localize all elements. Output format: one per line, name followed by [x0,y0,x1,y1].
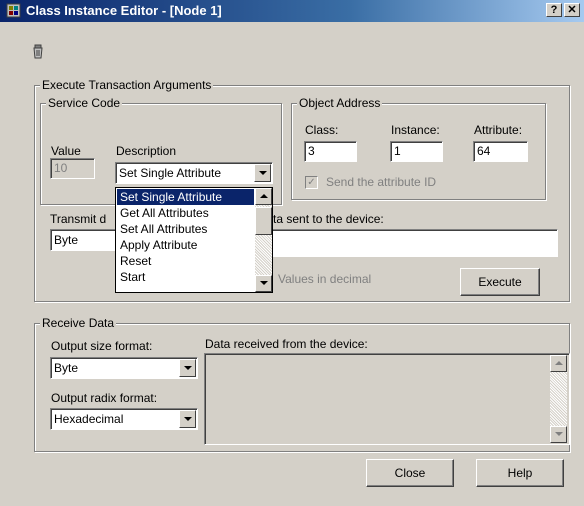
chevron-down-icon [184,366,192,370]
output-radix-dropdown-button[interactable] [179,410,196,428]
transmit-size-select[interactable]: Byte [50,229,120,251]
service-code-dropdown-list[interactable]: Set Single Attribute Get All Attributes … [115,187,273,293]
clear-icon[interactable] [32,43,44,59]
dropdown-option[interactable]: Set Single Attribute [117,189,254,205]
value-field: 10 [50,158,95,179]
output-size-dropdown-button[interactable] [179,359,196,377]
service-code-legend: Service Code [46,96,123,110]
chevron-down-icon [184,417,192,421]
dropdown-scrollbar[interactable] [255,188,272,292]
dialog-window: Class Instance Editor - [Node 1] ? ✕ Exe… [0,0,584,506]
description-select-value: Set Single Attribute [119,166,222,180]
chevron-down-icon [555,432,563,436]
dropdown-option[interactable]: Get All Attributes [117,205,254,221]
transmit-label-left: Transmit d [50,212,107,226]
transmit-label-right: ta sent to the device: [273,212,384,226]
data-received-area[interactable] [204,353,570,445]
instance-input[interactable]: 1 [390,141,443,162]
output-radix-value: Hexadecimal [54,412,124,426]
description-label: Description [116,144,177,158]
values-in-decimal-label: Values in decimal [278,272,372,286]
chevron-up-icon [555,361,563,365]
output-size-label: Output size format: [51,339,153,353]
chevron-down-icon [259,171,267,175]
execute-button[interactable]: Execute [460,268,540,296]
scroll-down-button[interactable] [255,275,272,292]
window-title: Class Instance Editor - [Node 1] [26,3,222,18]
dropdown-option[interactable]: Reset [117,253,254,269]
output-size-value: Byte [54,361,79,375]
description-select[interactable]: Set Single Attribute [115,162,273,184]
scroll-up-button[interactable] [255,188,272,205]
data-received-label: Data received from the device: [205,337,368,351]
attribute-label: Attribute: [474,123,523,137]
output-radix-select[interactable]: Hexadecimal [50,408,198,430]
class-label: Class: [305,123,339,137]
dropdown-option[interactable]: Set All Attributes [117,221,254,237]
scroll-up-button[interactable] [550,355,567,372]
object-address-legend: Object Address [297,96,383,110]
attribute-input[interactable]: 64 [473,141,528,162]
close-button[interactable]: Close [366,459,454,487]
send-attribute-id-label: Send the attribute ID [326,175,437,189]
class-input[interactable]: 3 [304,141,357,162]
scroll-down-button[interactable] [550,426,567,443]
transmit-size-value: Byte [54,233,79,247]
title-help-button[interactable]: ? [546,3,562,17]
output-radix-label: Output radix format: [51,391,158,405]
scroll-thumb[interactable] [255,207,272,235]
dropdown-option[interactable]: Start [117,269,254,285]
transmit-data-input[interactable] [230,229,558,257]
description-dropdown-button[interactable] [254,164,271,182]
help-button[interactable]: Help [476,459,564,487]
value-label: Value [51,144,81,158]
app-icon [6,3,21,18]
instance-label: Instance: [391,123,440,137]
title-bar[interactable]: Class Instance Editor - [Node 1] ? ✕ [0,0,584,22]
data-received-scrollbar[interactable] [550,355,567,443]
execute-transaction-legend: Execute Transaction Arguments [40,78,214,92]
receive-data-legend: Receive Data [40,316,117,330]
chevron-up-icon [260,194,268,198]
output-size-select[interactable]: Byte [50,357,198,379]
dropdown-option[interactable]: Apply Attribute [117,237,254,253]
chevron-down-icon [260,281,268,285]
send-attribute-id-checkbox[interactable]: ✓ [305,176,318,189]
title-close-button[interactable]: ✕ [564,3,580,17]
